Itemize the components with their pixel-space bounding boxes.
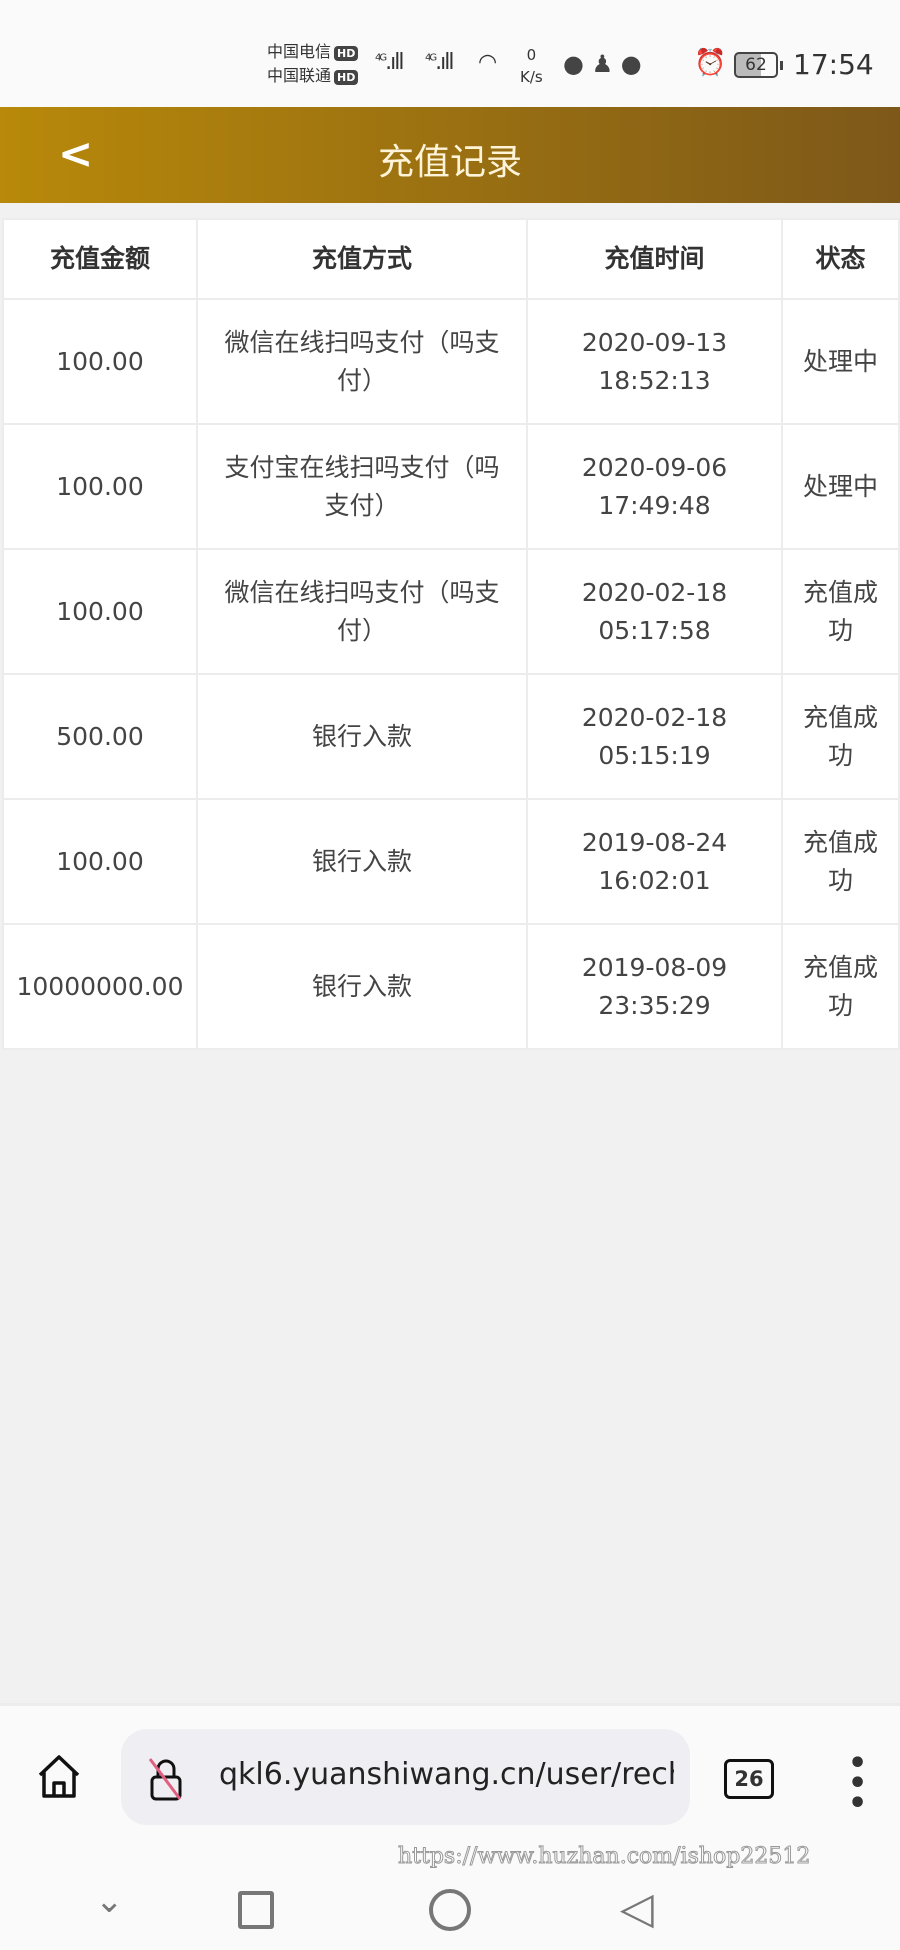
cell-status: 充值成功 (781, 923, 900, 1050)
cell-status: 处理中 (781, 298, 900, 425)
column-header: 充值时间 (526, 218, 783, 300)
cell-amount: 100.00 (2, 798, 198, 925)
home-circle-icon[interactable] (429, 1889, 471, 1931)
qq-icon: ♟ (591, 50, 614, 78)
signal-icon: 4G.ıll (375, 50, 405, 75)
cell-amount: 500.00 (2, 673, 198, 800)
cell-time: 2020-09-13 18:52:13 (526, 298, 783, 425)
collapse-chevron-icon[interactable]: ⌄ (95, 1881, 124, 1921)
table-row: 100.00 微信在线扫吗支付（吗支付） 2020-09-13 18:52:13 处理… (2, 298, 900, 425)
alarm-icon: ⏰ (694, 48, 727, 78)
system-nav-bar: ⌄ ◁ (0, 1881, 900, 1941)
cell-time: 2020-09-06 17:49:48 (526, 423, 783, 550)
carrier-2: 中国联通 (267, 66, 332, 85)
carrier-1: 中国电信 (267, 42, 332, 61)
signal-icon: 4G.ıll (425, 50, 455, 75)
cell-amount: 100.00 (2, 423, 198, 550)
address-bar[interactable]: qkl6.yuanshiwang.cn/user/rechar (121, 1729, 690, 1825)
tab-count-button[interactable]: 26 (724, 1759, 774, 1799)
table-row: 10000000.00 银行入款 2019-08-09 23:35:29 充值成功 (2, 923, 900, 1050)
insecure-lock-icon (148, 1758, 182, 1801)
cell-status: 充值成功 (781, 673, 900, 800)
cell-method: 微信在线扫吗支付（吗支付） (196, 298, 528, 425)
table-row: 100.00 支付宝在线扫吗支付（吗支付） 2020-09-06 17:49:48 处… (2, 423, 900, 550)
back-triangle-icon[interactable]: ◁ (620, 1883, 654, 1934)
wechat-icon: ● (563, 50, 584, 78)
page-title: 充值记录 (377, 142, 522, 183)
browser-toolbar: qkl6.yuanshiwang.cn/user/rechar 26 • • • h… (0, 1703, 900, 1950)
cell-method: 银行入款 (196, 798, 528, 925)
network-speed: 0 K/s (520, 46, 543, 86)
recents-square-icon[interactable] (238, 1891, 274, 1929)
clock: 17:54 (793, 48, 874, 81)
cell-time: 2019-08-24 16:02:01 (526, 798, 783, 925)
more-menu-icon[interactable]: • • • (848, 1749, 867, 1819)
table-row: 100.00 微信在线扫吗支付（吗支付） 2020-02-18 05:17:58 充值… (2, 548, 900, 675)
column-header: 状态 (781, 218, 900, 300)
hd-badge: HD (334, 46, 359, 61)
battery-icon: 62 (734, 52, 783, 78)
cell-time: 2020-02-18 05:17:58 (526, 548, 783, 675)
cell-method: 支付宝在线扫吗支付（吗支付） (196, 423, 528, 550)
carriers: 中国电信 HD 中国联通 HD (267, 40, 359, 88)
cell-time: 2019-08-09 23:35:29 (526, 923, 783, 1050)
column-header: 充值方式 (196, 218, 528, 300)
cell-time: 2020-02-18 05:15:19 (526, 673, 783, 800)
app-header: < 充值记录 (0, 107, 900, 203)
column-header: 充值金额 (2, 218, 198, 300)
url-text: qkl6.yuanshiwang.cn/user/rechar (219, 1757, 674, 1792)
table-row: 500.00 银行入款 2020-02-18 05:15:19 充值成功 (2, 673, 900, 800)
table-header-row: 充值金额 充值方式 充值时间 状态 (2, 218, 900, 300)
cell-status: 处理中 (781, 423, 900, 550)
cell-method: 微信在线扫吗支付（吗支付） (196, 548, 528, 675)
cell-amount: 10000000.00 (2, 923, 198, 1050)
cell-status: 充值成功 (781, 798, 900, 925)
status-bar: 中国电信 HD 中国联通 HD 4G.ıll 4G.ıll ◠ 0 K/s ● ♟ ●… (0, 0, 900, 107)
wifi-icon: ◠ (478, 50, 498, 75)
cell-amount: 100.00 (2, 548, 198, 675)
recharge-table: 充值金额 充值方式 充值时间 状态 100.00 微信在线扫吗支付（吗支付） 202… (2, 218, 900, 1050)
cell-amount: 100.00 (2, 298, 198, 425)
wechat-icon: ● (620, 50, 642, 78)
hd-badge: HD (334, 70, 359, 85)
cell-status: 充值成功 (781, 548, 900, 675)
watermark: https://www.huzhan.com/ishop22512 (397, 1844, 811, 1870)
table-row: 100.00 银行入款 2019-08-24 16:02:01 充值成功 (2, 798, 900, 925)
cell-method: 银行入款 (196, 923, 528, 1050)
notification-icons: ● ♟ ● (563, 50, 642, 78)
home-icon[interactable] (34, 1751, 84, 1801)
cell-method: 银行入款 (196, 673, 528, 800)
